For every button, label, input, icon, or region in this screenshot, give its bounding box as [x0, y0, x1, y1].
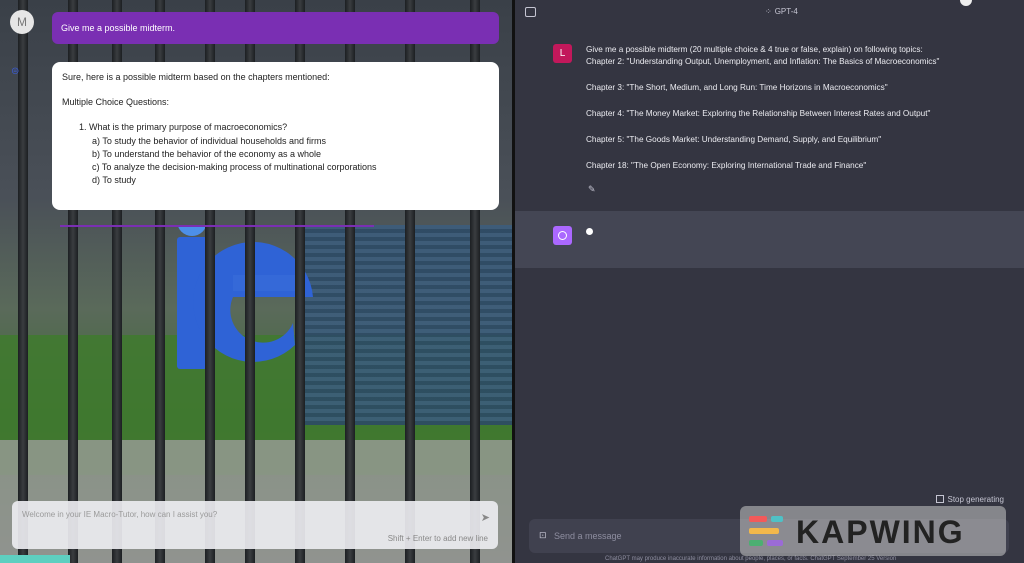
assistant-message: [515, 211, 1024, 268]
message-line: Chapter 2: "Understanding Output, Unempl…: [586, 57, 940, 66]
kapwing-wordmark: KAPWING: [796, 514, 965, 550]
kapwing-watermark: KAPWING: [740, 506, 1006, 556]
stop-generating-label: Stop generating: [947, 495, 1005, 504]
model-label[interactable]: ⁘ GPT-4: [765, 7, 798, 16]
attach-icon[interactable]: ⊡: [539, 530, 547, 541]
user-avatar-l: L: [553, 44, 572, 63]
input-hint: Shift + Enter to add new line: [387, 534, 488, 543]
message-line: Chapter 18: "The Open Economy: Exploring…: [586, 161, 867, 170]
gpt-avatar-icon: [553, 226, 572, 245]
tutor-input-placeholder: Welcome in your IE Macro-Tutor, how can …: [22, 510, 218, 519]
spark-icon: ⁘: [765, 7, 772, 16]
answer-intro: Sure, here is a possible midterm based o…: [62, 72, 330, 82]
user-message-text: Give me a possible midterm (20 multiple …: [586, 44, 1006, 172]
chatgpt-panel: ⁘ GPT-4 L Give me a possible midterm (20 …: [515, 0, 1024, 563]
stop-icon: [935, 495, 944, 503]
user-message: L Give me a possible midterm (20 multipl…: [515, 35, 1024, 210]
answer-option: c) To analyze the decision-making proces…: [92, 162, 377, 172]
answer-option: d) To study: [92, 175, 136, 185]
message-line: Chapter 3: "The Short, Medium, and Long …: [586, 83, 888, 92]
message-placeholder: Send a message: [554, 531, 622, 541]
question-text: 1. What is the primary purpose of macroe…: [79, 122, 288, 132]
message-line: Chapter 4: "The Money Market: Exploring …: [586, 109, 931, 118]
kapwing-logo-icon: [749, 516, 783, 546]
tutor-chat-input[interactable]: Welcome in your IE Macro-Tutor, how can …: [12, 501, 498, 549]
corner-dot: [960, 0, 972, 6]
message-line: Give me a possible midterm (20 multiple …: [586, 45, 923, 54]
loading-bar: [60, 225, 374, 227]
ie-logo: [177, 225, 313, 369]
edit-icon[interactable]: ✎: [588, 184, 596, 195]
footer-disclaimer: ChatGPT may produce inaccurate informati…: [605, 556, 897, 562]
send-icon[interactable]: ➤: [481, 511, 490, 524]
chat-header: ⁘ GPT-4: [515, 0, 1024, 26]
answer-section-heading: Multiple Choice Questions:: [62, 97, 170, 107]
user-avatar: M: [10, 10, 34, 34]
user-prompt-bubble: Give me a possible midterm.: [52, 12, 499, 44]
progress-strip: [0, 555, 70, 563]
answer-option: a) To study the behavior of individual h…: [92, 136, 326, 146]
model-name: GPT-4: [774, 7, 798, 16]
message-line: Chapter 5: "The Goods Market: Understand…: [586, 135, 882, 144]
sidebar-toggle-icon[interactable]: [525, 7, 536, 17]
stop-generating-button[interactable]: Stop generating: [935, 495, 1005, 504]
tutor-app-panel: M Give me a possible midterm. ⊜ Sure, he…: [0, 0, 512, 563]
typing-cursor: [586, 228, 593, 235]
answer-card: Sure, here is a possible midterm based o…: [52, 62, 499, 210]
answer-option: b) To understand the behavior of the eco…: [92, 149, 321, 159]
bot-icon: ⊜: [11, 66, 20, 77]
